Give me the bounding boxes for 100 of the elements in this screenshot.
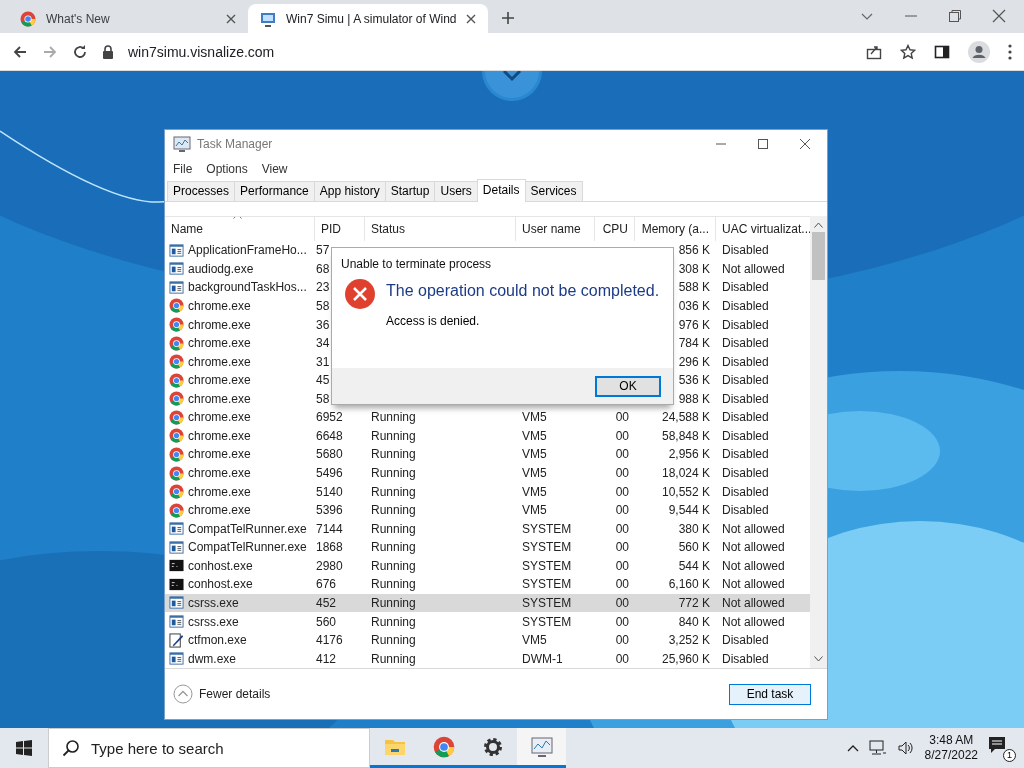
process-name: chrome.exe (188, 503, 251, 518)
tab[interactable]: Services (524, 181, 583, 201)
process-name: chrome.exe (188, 317, 251, 332)
selected-row[interactable]: csrss.exe 452 Running SYSTEM 00 772 K Not allowed (165, 593, 810, 613)
column-header[interactable]: PID (315, 217, 365, 241)
close-icon[interactable] (799, 138, 811, 150)
scroll-down-icon[interactable] (482, 71, 542, 101)
table-cell-text: Disabled (721, 428, 770, 443)
process-name: audiodg.exe (188, 261, 254, 276)
table-cell-text: Running (370, 521, 417, 536)
share-icon[interactable] (866, 43, 882, 60)
star-icon[interactable] (900, 43, 916, 60)
table-cell-text: 544 K (677, 558, 711, 573)
ok-button[interactable]: OK (595, 375, 661, 397)
tab[interactable]: App history (313, 181, 386, 201)
table-cell-text: 00 (614, 651, 630, 666)
tab[interactable]: Performance (234, 181, 315, 201)
task-manager-icon (529, 734, 554, 759)
process-name: chrome.exe (188, 373, 251, 388)
close-icon[interactable] (466, 13, 476, 24)
process-name: dwm.exe (188, 651, 237, 666)
table-cell-text: 536 K (677, 373, 711, 388)
windows-icon[interactable] (16, 740, 32, 756)
chrome-icon (169, 502, 184, 518)
table-cell-text: SYSTEM (521, 595, 573, 610)
table-cell-text: 23 (315, 280, 331, 295)
column-header[interactable]: Name (165, 217, 315, 241)
volume-icon[interactable] (896, 740, 915, 756)
table-cell-text: Disabled (721, 280, 770, 295)
program-icon (169, 595, 184, 611)
table-cell-text: 00 (614, 466, 630, 481)
table-cell-text: 840 K (677, 614, 711, 629)
table-cell-text: 00 (614, 633, 630, 648)
menu-item[interactable]: Options (206, 162, 248, 176)
scrollbar[interactable] (810, 216, 827, 668)
column-header[interactable]: CPU (595, 217, 635, 241)
more-icon[interactable] (1008, 43, 1012, 60)
table-cell-text: 560 (315, 614, 338, 629)
tab[interactable]: Startup (384, 181, 436, 201)
error-icon (344, 278, 376, 310)
program-icon (169, 521, 184, 537)
tab[interactable]: Processes (167, 181, 236, 201)
close-icon[interactable] (992, 9, 1006, 23)
process-name: chrome.exe (188, 298, 251, 313)
table-cell-text: Running (370, 558, 417, 573)
column-header[interactable]: User name (516, 217, 595, 241)
column-header[interactable]: Status (365, 217, 516, 241)
dialog-heading: The operation could not be completed. (386, 282, 660, 300)
new-tab-icon[interactable] (500, 10, 516, 26)
scroll-thumb[interactable] (812, 232, 825, 280)
browser-tab[interactable]: What's New (8, 4, 248, 33)
notification-button[interactable]: 1 (988, 736, 1014, 760)
message-icon (988, 736, 1006, 754)
browser-tab[interactable]: Win7 Simu | A simulator of Wind (248, 4, 488, 33)
menu-item[interactable]: File (173, 162, 193, 176)
network-icon[interactable] (868, 740, 887, 756)
tab[interactable]: Details (476, 179, 526, 202)
table-cell-text: 25,960 K (660, 651, 711, 666)
table-cell-text: Not allowed (721, 261, 786, 276)
table-cell-text: 308 K (677, 261, 711, 276)
table-cell-text: Disabled (721, 410, 770, 425)
chrome-icon (20, 10, 36, 27)
program-icon (169, 539, 184, 555)
monitor-icon (260, 10, 276, 27)
table-cell-text: Running (370, 540, 417, 555)
table-cell-text: SYSTEM (521, 577, 573, 592)
process-name: CompatTelRunner.exe (188, 540, 307, 555)
back-icon[interactable] (12, 43, 28, 60)
chrome-icon (169, 317, 184, 333)
menu-item[interactable]: View (261, 162, 288, 176)
table-cell-text: Disabled (721, 466, 770, 481)
side-panel-icon[interactable] (934, 43, 950, 60)
reload-icon[interactable] (72, 43, 88, 60)
profile-icon[interactable] (968, 40, 990, 63)
close-icon[interactable] (226, 13, 236, 24)
table-cell-text: 2,956 K (667, 447, 711, 462)
tab[interactable]: Users (434, 181, 478, 201)
process-name: csrss.exe (188, 614, 239, 629)
table-cell-text: 00 (614, 410, 630, 425)
table-cell-text: SYSTEM (521, 521, 573, 536)
address-bar[interactable]: win7simu.visnalize.com (128, 43, 275, 60)
chevron-up-icon[interactable] (846, 744, 859, 752)
maximize-icon[interactable] (757, 138, 769, 150)
clock-date[interactable]: 8/27/2022 (924, 748, 978, 763)
end-task-button[interactable]: End task (729, 683, 811, 705)
clock-time[interactable]: 3:48 AM (929, 733, 974, 748)
table-cell-text: 6952 (315, 410, 344, 425)
process-name: ctfmon.exe (188, 633, 247, 648)
column-header[interactable]: Memory (a... (635, 217, 716, 241)
table-cell-text: 1868 (315, 540, 344, 555)
fewer-details-link[interactable]: Fewer details (199, 687, 271, 701)
table-cell-text: 5680 (315, 447, 344, 462)
table-cell-text: Not allowed (721, 577, 786, 592)
table-cell-text: Running (370, 466, 417, 481)
search-field[interactable]: Type here to search (48, 728, 370, 768)
process-name: chrome.exe (188, 336, 251, 351)
restore-icon[interactable] (948, 9, 962, 23)
table-cell-text: 2980 (315, 558, 344, 573)
table-cell-text: 7144 (315, 521, 344, 536)
table-cell-text: 988 K (677, 391, 711, 406)
